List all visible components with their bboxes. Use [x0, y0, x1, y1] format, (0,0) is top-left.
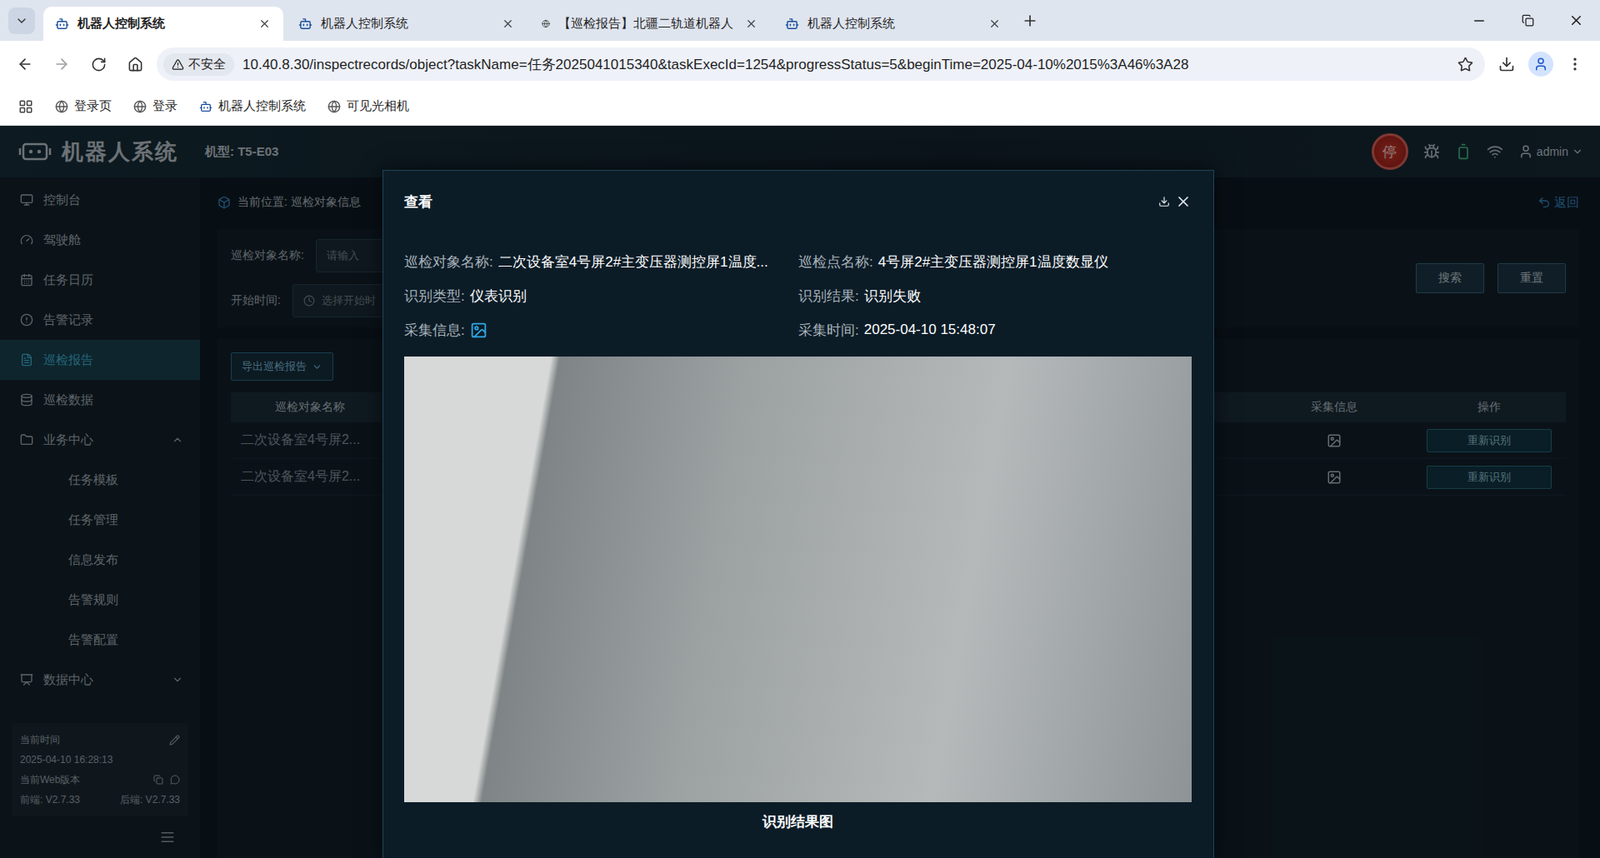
browser-tab[interactable]: 机器人控制系统	[773, 6, 1014, 41]
restore-icon	[1521, 14, 1535, 27]
download-icon	[1158, 195, 1170, 208]
downloads-button[interactable]	[1491, 49, 1522, 80]
menu-button[interactable]	[1560, 49, 1590, 80]
more-icon	[1566, 55, 1584, 73]
close-icon	[1568, 12, 1585, 29]
globe-icon	[55, 100, 69, 114]
security-label: 不安全	[188, 56, 226, 73]
tab-label: 机器人控制系统	[807, 15, 977, 32]
url-text: 10.40.8.30/inspectrecords/object?taskNam…	[242, 55, 1450, 75]
bookmark-label: 机器人控制系统	[218, 98, 306, 115]
dialog-title: 查看	[404, 192, 433, 212]
bookmark[interactable]: 可见光相机	[327, 98, 410, 115]
bookmark-label: 可见光相机	[346, 98, 410, 115]
bookmark-label: 登录页	[74, 98, 112, 115]
close-icon	[258, 17, 271, 30]
tab-label: 机器人控制系统	[320, 15, 490, 32]
tab-strip: 机器人控制系统 机器人控制系统 【巡检报告】北疆二轨道机器人 机器人控制系统	[0, 0, 1600, 41]
download-icon	[1498, 55, 1515, 73]
download-button[interactable]	[1158, 195, 1170, 208]
home-button[interactable]	[120, 49, 150, 80]
field-label: 采集时间:	[798, 320, 860, 340]
field-value: 4号屏2#主变压器测控屏1温度数显仪	[878, 252, 1109, 272]
globe-icon	[541, 16, 550, 31]
browser-tab[interactable]: 机器人控制系统	[43, 6, 284, 41]
robot-icon	[55, 16, 70, 31]
window-controls	[1455, 0, 1600, 41]
close-icon	[988, 17, 1001, 30]
tab-close-button[interactable]	[985, 15, 1004, 34]
field-value: 二次设备室4号屏2#主变压器测控屏1温度...	[498, 252, 769, 272]
recognition-photo	[404, 356, 1192, 803]
field-label: 采集信息:	[404, 320, 465, 340]
star-icon[interactable]	[1457, 56, 1474, 73]
chevron-down-icon	[15, 14, 29, 28]
close-icon	[745, 17, 758, 30]
apps-icon[interactable]	[18, 99, 34, 115]
security-chip[interactable]: 不安全	[163, 53, 235, 76]
robot-icon	[785, 16, 800, 31]
user-icon	[1533, 56, 1549, 72]
close-window-button[interactable]	[1551, 0, 1600, 41]
warning-icon	[171, 58, 185, 71]
browser-tab[interactable]: 【巡检报告】北疆二轨道机器人	[530, 6, 770, 41]
field-label: 巡检点名称:	[798, 252, 874, 272]
robot-icon	[298, 16, 313, 31]
bookmarks-bar: 登录页 登录 机器人控制系统 可见光相机	[0, 87, 1600, 126]
reload-button[interactable]	[83, 49, 114, 80]
tab-close-button[interactable]	[255, 15, 274, 34]
field-value: 识别失败	[864, 286, 921, 306]
detail-field: 采集信息:	[404, 320, 799, 340]
photo-caption: 识别结果图	[404, 812, 1192, 832]
detail-field: 采集时间:2025-04-10 15:48:07	[798, 320, 1192, 340]
image-icon[interactable]	[470, 321, 488, 340]
bookmark[interactable]: 登录页	[55, 98, 112, 115]
new-tab-button[interactable]	[1016, 7, 1044, 35]
tab-search-button[interactable]	[8, 7, 35, 35]
detail-field: 识别结果:识别失败	[798, 285, 1192, 306]
detail-field: 巡检对象名称:二次设备室4号屏2#主变压器测控屏1温度...	[404, 251, 799, 272]
globe-icon	[327, 100, 341, 114]
field-value: 仪表识别	[470, 286, 527, 306]
field-label: 巡检对象名称:	[404, 252, 494, 272]
detail-field: 巡检点名称:4号屏2#主变压器测控屏1温度数显仪	[798, 251, 1192, 272]
field-label: 识别类型:	[404, 286, 465, 306]
minimize-button[interactable]	[1455, 0, 1504, 41]
arrow-left-icon	[16, 55, 34, 73]
view-dialog: 查看巡检对象名称:二次设备室4号屏2#主变压器测控屏1温度...巡检点名称:4号…	[382, 170, 1215, 858]
tab-label: 【巡检报告】北疆二轨道机器人	[558, 15, 734, 32]
detail-fields: 巡检对象名称:二次设备室4号屏2#主变压器测控屏1温度...巡检点名称:4号屏2…	[404, 232, 1192, 340]
browser-tab[interactable]: 机器人控制系统	[286, 6, 527, 41]
globe-icon	[133, 100, 147, 114]
tab-label: 机器人控制系统	[77, 15, 247, 32]
bookmark[interactable]: 机器人控制系统	[199, 98, 306, 115]
close-icon	[1175, 193, 1192, 210]
detail-field: 识别类型:仪表识别	[404, 285, 799, 306]
close-button[interactable]	[1175, 193, 1192, 210]
field-label: 识别结果:	[798, 286, 860, 306]
screen: 机器人控制系统机器人控制系统【巡检报告】北疆二轨道机器人机器人控制系统不安全10…	[0, 0, 1600, 858]
home-icon	[127, 56, 144, 73]
restore-button[interactable]	[1503, 0, 1552, 41]
dialog-header: 查看	[404, 170, 1192, 233]
address-row: 不安全 10.40.8.30/inspectrecords/object?task…	[0, 40, 1600, 88]
reload-icon	[90, 56, 107, 73]
close-icon	[501, 17, 515, 30]
back-button[interactable]	[10, 49, 40, 80]
tab-close-button[interactable]	[741, 15, 760, 34]
bookmark-label: 登录	[152, 98, 178, 115]
tab-close-button[interactable]	[498, 15, 517, 34]
robot-icon	[199, 100, 213, 114]
field-value: 2025-04-10 15:48:07	[864, 321, 996, 339]
minimize-icon	[1471, 13, 1487, 29]
profile-button[interactable]	[1528, 51, 1554, 77]
plus-icon	[1021, 12, 1039, 30]
app: 机器人系统机型: T5-E03停admin控制台驾驶舱任务日历告警记录巡检报告巡…	[0, 125, 1600, 858]
arrow-right-icon	[53, 55, 70, 73]
bookmark[interactable]: 登录	[133, 98, 178, 115]
address-bar[interactable]: 不安全 10.40.8.30/inspectrecords/object?task…	[156, 47, 1485, 81]
forward-button[interactable]	[46, 49, 77, 80]
